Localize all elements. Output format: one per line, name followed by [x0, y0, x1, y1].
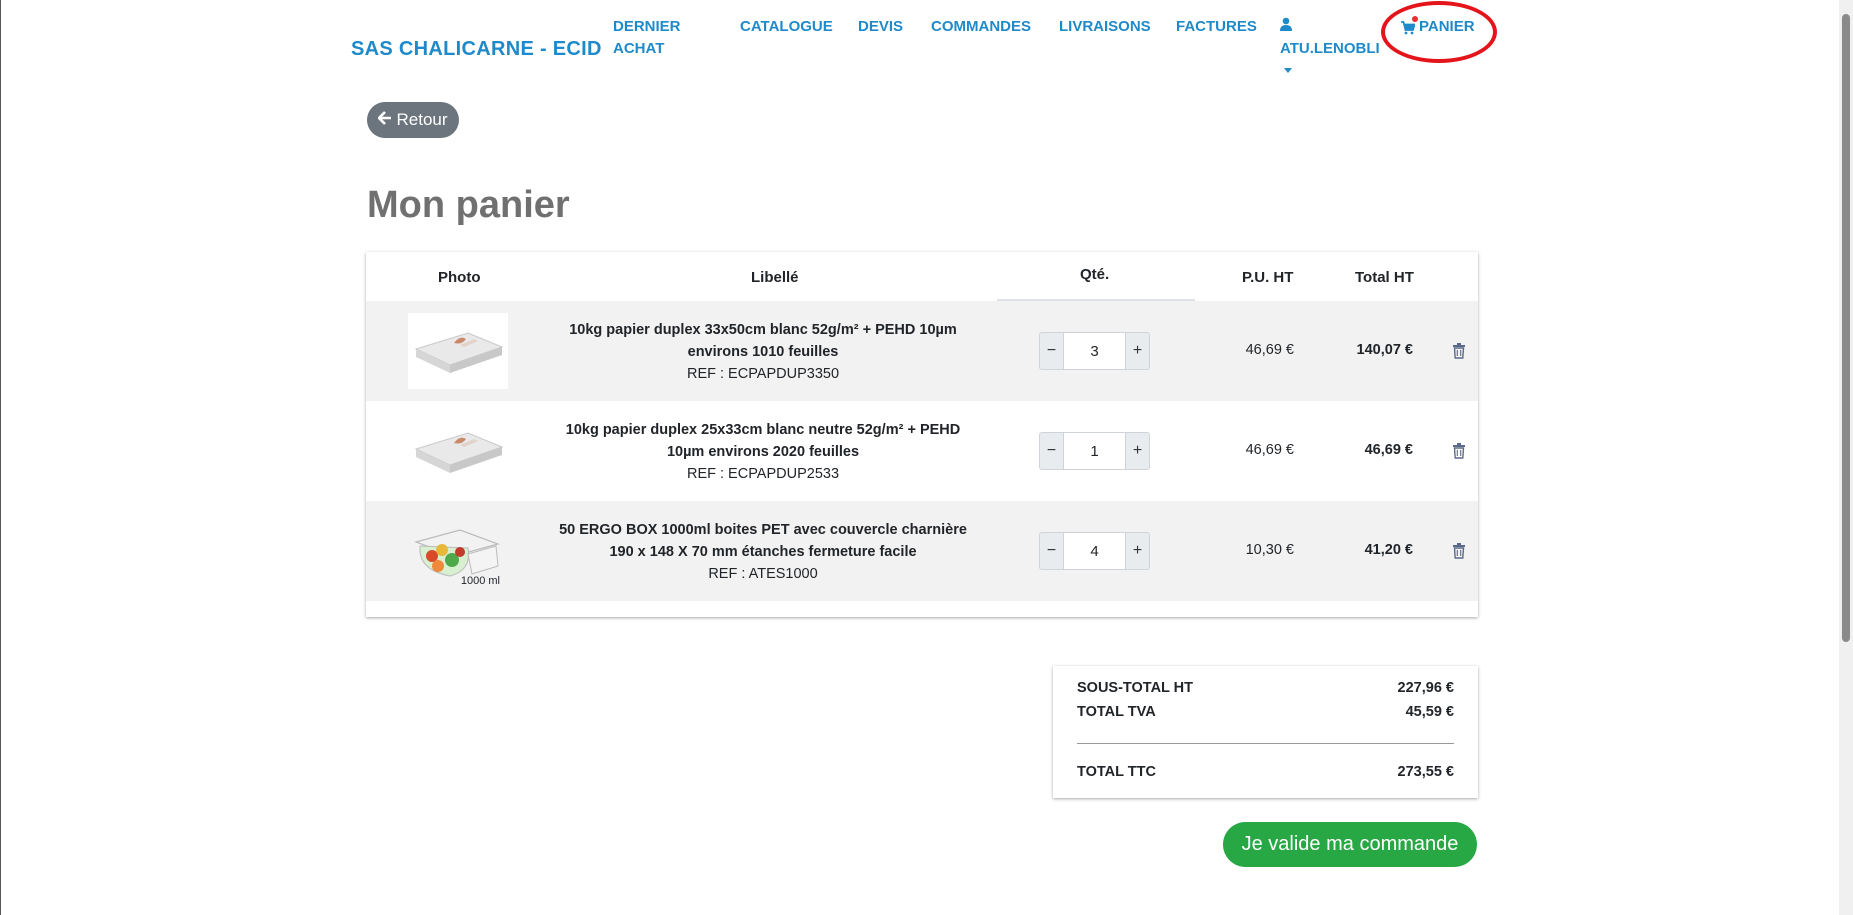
- subtotal-row: SOUS-TOTAL HT 227,96 €: [1077, 680, 1454, 696]
- header-photo: Photo: [438, 269, 481, 286]
- quantity-input[interactable]: 1: [1064, 432, 1125, 470]
- tva-value: 45,59 €: [1405, 704, 1454, 720]
- scrollbar-thumb[interactable]: [1842, 14, 1850, 642]
- ttc-value: 273,55 €: [1397, 764, 1454, 780]
- product-title: 10kg papier duplex 33x50cm blanc 52g/m² …: [569, 322, 957, 360]
- quantity-input[interactable]: 3: [1064, 332, 1125, 370]
- brand-title[interactable]: SAS CHALICARNE - ECID: [351, 38, 602, 61]
- quantity-input[interactable]: 4: [1064, 532, 1125, 570]
- line-total: 46,69 €: [1364, 442, 1413, 458]
- decrement-button[interactable]: −: [1039, 432, 1064, 470]
- summary-divider: [1077, 743, 1454, 744]
- nav-devis[interactable]: DEVIS: [858, 16, 903, 38]
- header-pu-ht: P.U. HT: [1242, 269, 1294, 286]
- product-label: 50 ERGO BOX 1000ml boites PET avec couve…: [556, 519, 970, 585]
- unit-price: 46,69 €: [1245, 342, 1294, 358]
- tva-label: TOTAL TVA: [1077, 704, 1156, 720]
- increment-button[interactable]: +: [1125, 432, 1150, 470]
- nav-user-dropdown[interactable]: ATU.LENOBLI: [1280, 16, 1380, 73]
- subtotal-value: 227,96 €: [1397, 680, 1454, 696]
- trash-icon[interactable]: [1452, 343, 1466, 359]
- unit-price: 10,30 €: [1245, 542, 1294, 558]
- nav-dernier-achat-line2: ACHAT: [613, 40, 665, 57]
- order-summary: SOUS-TOTAL HT 227,96 € TOTAL TVA 45,59 €…: [1053, 666, 1478, 798]
- product-ref: REF : ECPAPDUP2533: [686, 466, 840, 482]
- user-name: ATU.LENOBLI: [1280, 40, 1380, 57]
- nav-catalogue[interactable]: CATALOGUE: [740, 16, 833, 38]
- header-qte: Qté.: [1080, 266, 1110, 283]
- decrement-button[interactable]: −: [1039, 332, 1064, 370]
- increment-button[interactable]: +: [1125, 532, 1150, 570]
- header-libelle: Libellé: [751, 269, 799, 286]
- header-total-ht: Total HT: [1355, 269, 1414, 286]
- product-label: 10kg papier duplex 33x50cm blanc 52g/m² …: [556, 319, 970, 385]
- photo-caption: 1000 ml: [460, 575, 500, 587]
- back-label: Retour: [396, 110, 448, 129]
- tva-row: TOTAL TVA 45,59 €: [1077, 704, 1454, 720]
- quantity-stepper: − 4 +: [1039, 532, 1150, 570]
- product-photo: [408, 413, 508, 489]
- table-header: Photo Libellé Qté. P.U. HT Total HT: [366, 252, 1478, 301]
- nav-livraisons[interactable]: LIVRAISONS: [1059, 16, 1151, 38]
- caret-down-icon: [1284, 68, 1292, 73]
- product-photo: 1000 ml: [408, 513, 508, 589]
- line-total: 140,07 €: [1356, 342, 1413, 358]
- product-photo: [408, 313, 508, 389]
- product-title: 50 ERGO BOX 1000ml boites PET avec couve…: [559, 522, 967, 560]
- nav-factures[interactable]: FACTURES: [1176, 16, 1257, 38]
- scrollbar[interactable]: [1839, 0, 1853, 915]
- table-row: 1000 ml 50 ERGO BOX 1000ml boites PET av…: [366, 501, 1478, 601]
- decrement-button[interactable]: −: [1039, 532, 1064, 570]
- product-label: 10kg papier duplex 25x33cm blanc neutre …: [556, 419, 970, 485]
- nav-commandes[interactable]: COMMANDES: [931, 16, 1031, 38]
- validate-order-button[interactable]: Je valide ma commande: [1223, 822, 1477, 867]
- user-icon: [1280, 16, 1380, 38]
- product-title: 10kg papier duplex 25x33cm blanc neutre …: [565, 422, 961, 460]
- highlight-circle: [1381, 1, 1497, 63]
- trash-icon[interactable]: [1452, 443, 1466, 459]
- quantity-stepper: − 3 +: [1039, 332, 1150, 370]
- arrow-left-icon: [378, 110, 392, 130]
- unit-price: 46,69 €: [1245, 442, 1294, 458]
- increment-button[interactable]: +: [1125, 332, 1150, 370]
- ttc-label: TOTAL TTC: [1077, 764, 1156, 780]
- product-ref: REF : ATES1000: [708, 566, 818, 582]
- table-row: 10kg papier duplex 25x33cm blanc neutre …: [366, 401, 1478, 501]
- back-button[interactable]: Retour: [367, 102, 459, 138]
- quantity-stepper: − 1 +: [1039, 432, 1150, 470]
- ttc-row: TOTAL TTC 273,55 €: [1077, 764, 1454, 780]
- cart-table: Photo Libellé Qté. P.U. HT Total HT 10kg…: [366, 252, 1478, 617]
- line-total: 41,20 €: [1364, 542, 1413, 558]
- product-ref: REF : ECPAPDUP3350: [686, 366, 840, 382]
- page-title: Mon panier: [367, 184, 570, 226]
- subtotal-label: SOUS-TOTAL HT: [1077, 680, 1193, 696]
- nav-dernier-achat-line1: DERNIER: [613, 18, 681, 35]
- table-row: 10kg papier duplex 33x50cm blanc 52g/m² …: [366, 301, 1478, 401]
- nav-dernier-achat[interactable]: DERNIER ACHAT: [613, 16, 681, 60]
- trash-icon[interactable]: [1452, 543, 1466, 559]
